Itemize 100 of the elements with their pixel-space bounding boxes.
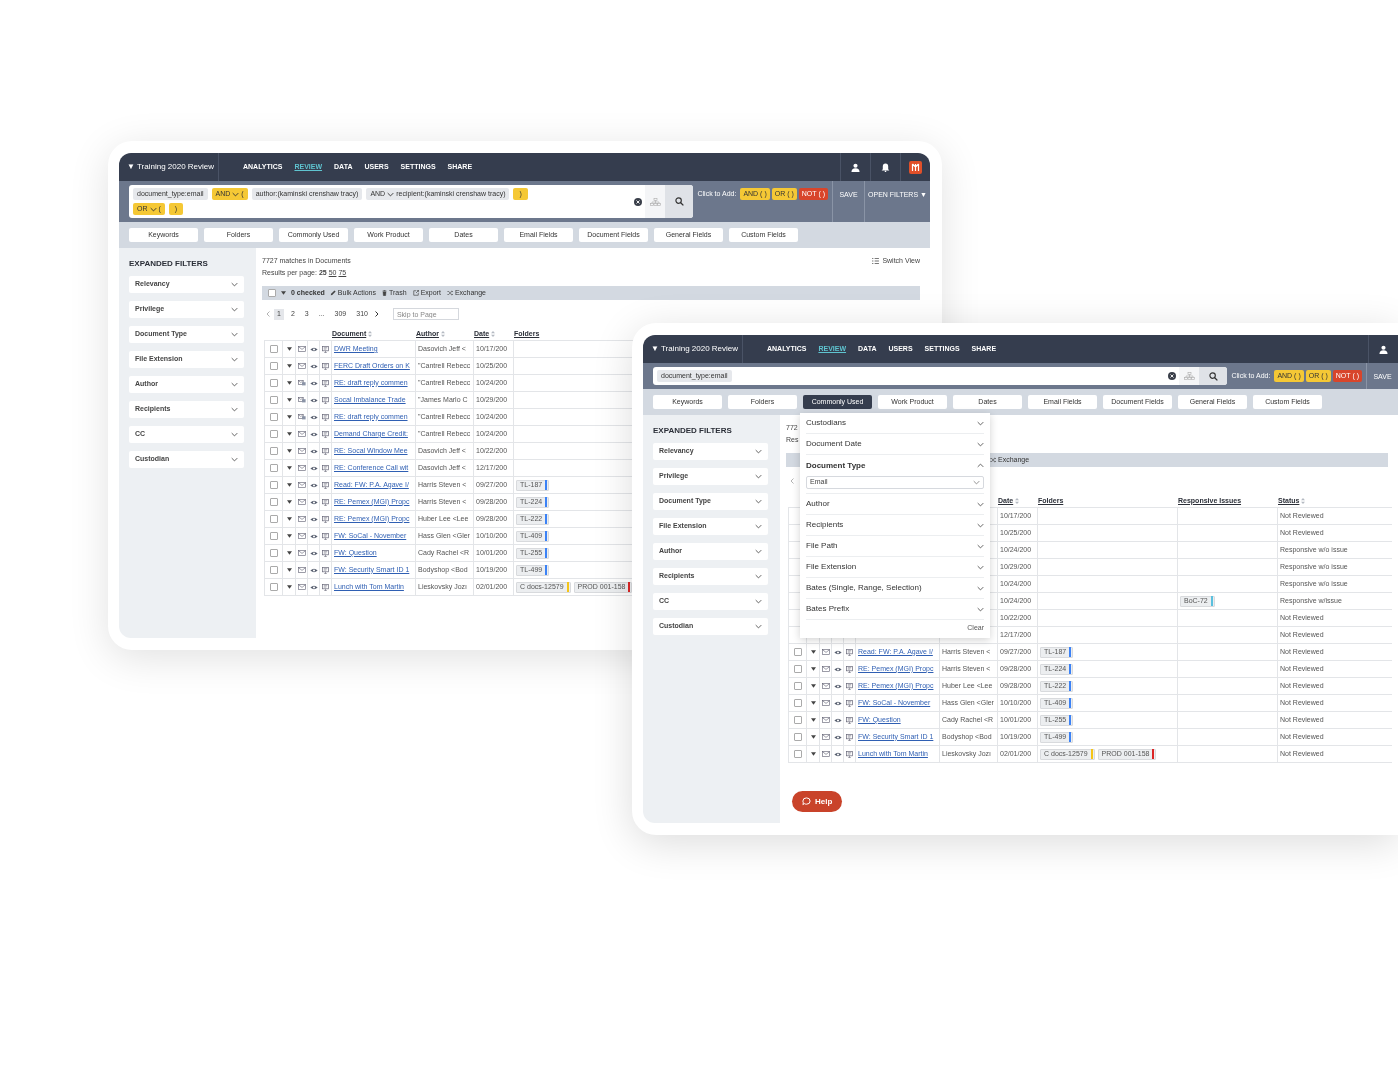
filter-option[interactable]: Bates (Single, Range, Selection) [806,578,984,599]
filter-option[interactable]: Author [806,494,984,515]
envelope-icon [821,717,830,723]
presentation-board-icon [846,699,853,707]
eye-icon [833,751,842,757]
caret-down-icon [286,466,292,470]
presentation-board-icon [846,733,853,741]
row-checkbox[interactable] [793,699,802,707]
eye-icon [309,482,318,488]
row-checkbox[interactable] [269,396,278,404]
logo-icon [909,160,922,174]
row-checkbox[interactable] [269,447,278,455]
eye-icon [309,448,318,454]
shuffle-icon [446,290,453,296]
hierarchy-icon [1183,372,1195,380]
envelope-icon [821,666,830,672]
search-button[interactable] [665,185,694,218]
row-checkbox[interactable] [269,583,278,591]
caret-down-icon [286,347,292,351]
help-button[interactable]: Help [792,791,843,812]
chevron-down-icon [755,624,762,629]
row-checkbox[interactable] [269,566,278,574]
envelope-icon [821,700,830,706]
row-checkbox[interactable] [269,413,278,421]
row-checkbox[interactable] [269,515,278,523]
pencil-icon [329,290,336,296]
chevron-down-icon [977,420,984,426]
filter-option[interactable]: Custodians [806,413,984,434]
row-checkbox[interactable] [793,750,802,758]
search-button[interactable] [1199,367,1228,385]
presentation-board-icon [322,498,329,506]
chevron-down-icon [977,606,984,612]
filter-option[interactable]: File Extension [806,557,984,578]
presentation-board-icon [322,362,329,370]
caret-down-icon [286,398,292,402]
presentation-board-icon [322,345,329,353]
row-checkbox[interactable] [793,665,802,673]
envelope-icon [297,499,306,505]
row-checkbox[interactable] [269,549,278,557]
row-checkbox[interactable] [269,430,278,438]
eye-icon [309,346,318,352]
row-checkbox[interactable] [269,362,278,370]
select-all-checkbox[interactable] [268,289,276,297]
row-checkbox[interactable] [793,648,802,656]
row-checkbox[interactable] [269,464,278,472]
eye-icon [833,683,842,689]
caret-down-icon [810,752,816,756]
presentation-board-icon [322,464,329,472]
search-icon [674,197,684,206]
presentation-board-icon [846,682,853,690]
row-checkbox[interactable] [269,345,278,353]
envelope-icon [821,734,830,740]
row-checkbox[interactable] [793,682,802,690]
chevron-down-icon [231,432,238,437]
row-checkbox[interactable] [269,498,278,506]
chevron-down-icon [755,574,762,579]
filter-option[interactable]: Document Date [806,434,984,455]
chat-bubble-icon [802,797,811,806]
row-checkbox[interactable] [269,532,278,540]
chevron-down-icon [973,480,980,485]
chevron-down-icon [755,549,762,554]
row-checkbox[interactable] [793,716,802,724]
chevron-down-icon [232,191,240,197]
eye-icon [833,666,842,672]
filter-option[interactable]: Bates Prefix [806,599,984,620]
user-icon [851,162,860,172]
sort-arrows-icon [440,330,445,337]
search-icon [1208,371,1218,381]
sidebar-heading: EXPANDED FILTERS [653,425,733,437]
row-checkbox[interactable] [793,733,802,741]
bell-icon [881,162,890,172]
presentation-board-icon [322,515,329,523]
presentation-board-icon [322,481,329,489]
eye-icon [309,499,318,505]
eye-icon [309,363,318,369]
eye-icon [833,717,842,723]
caret-down-icon [286,500,292,504]
eye-icon [309,584,318,590]
sort-arrows-icon [491,330,496,337]
eye-icon [309,431,318,437]
envelope-icon [821,751,830,757]
eye-icon [309,567,318,573]
eye-icon [833,700,842,706]
sort-arrows-icon [1301,497,1306,504]
envelope-icon [821,683,830,689]
chevron-down-icon [977,543,984,549]
filter-option[interactable]: File Path [806,536,984,557]
chevron-down-icon [231,282,238,287]
chevron-down-icon [387,191,395,197]
filter-option[interactable]: Recipients [806,515,984,536]
sort-arrows-icon [368,330,373,337]
filter-option[interactable]: Document Type [806,455,984,476]
caret-down-icon [810,684,816,688]
row-checkbox[interactable] [269,481,278,489]
previous-page-icon [266,311,270,317]
caret-down-icon [810,718,816,722]
chevron-down-icon [755,599,762,604]
row-checkbox[interactable] [269,379,278,387]
presentation-board-icon [322,413,329,421]
previous-page-icon [790,478,794,484]
